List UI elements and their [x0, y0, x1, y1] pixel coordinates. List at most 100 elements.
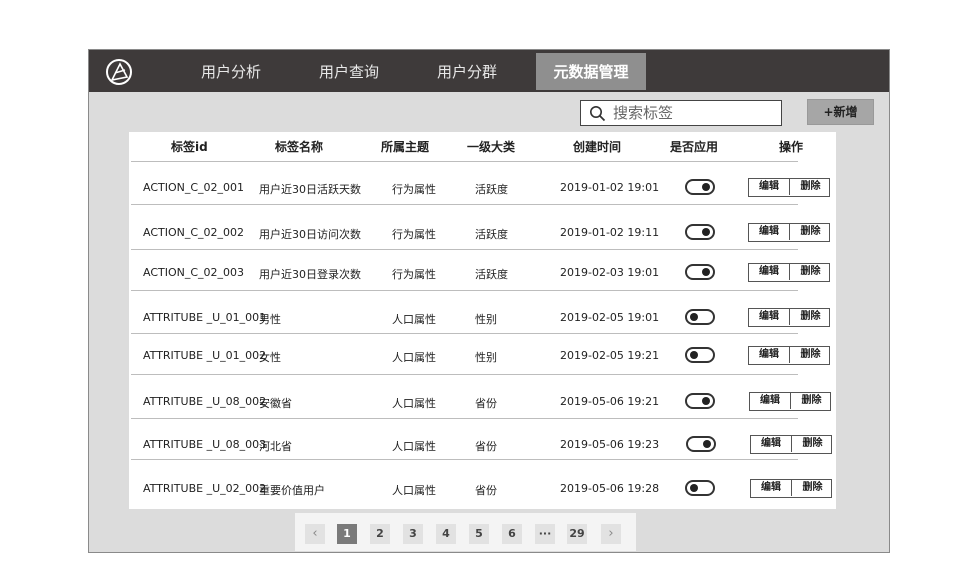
cell-tag-name: 用户近30日活跃天数 — [259, 183, 361, 196]
cell-created-time: 2019-05-06 19:23 — [560, 438, 660, 451]
prev-page-button[interactable]: ‹ — [305, 524, 325, 544]
toggle-knob — [690, 484, 698, 492]
row-actions: 编辑 删除 — [748, 346, 830, 365]
column-header-theme: 所属主题 — [381, 140, 430, 154]
cell-tag-id: ACTION_C_02_003 — [143, 266, 245, 279]
page-button[interactable]: 2 — [370, 524, 390, 544]
row-actions: 编辑 删除 — [748, 223, 830, 242]
page-button[interactable]: 6 — [502, 524, 522, 544]
cell-tag-name: 安徽省 — [259, 397, 292, 410]
row-actions: 编辑 删除 — [750, 435, 832, 454]
cell-category: 省份 — [475, 397, 497, 410]
cell-category: 活跃度 — [475, 228, 508, 241]
toggle-knob — [690, 313, 698, 321]
edit-button[interactable]: 编辑 — [749, 347, 790, 363]
cell-theme: 行为属性 — [392, 268, 436, 281]
nav-item-user-segment[interactable]: 用户分群 — [423, 50, 511, 92]
cell-created-time: 2019-02-05 19:21 — [560, 349, 660, 362]
toggle-knob — [690, 351, 698, 359]
cell-category: 活跃度 — [475, 268, 508, 281]
delete-button[interactable]: 删除 — [790, 179, 831, 195]
delete-button[interactable]: 删除 — [792, 480, 833, 496]
cell-tag-name: 用户近30日访问次数 — [259, 228, 361, 241]
nav-item-metadata-management[interactable]: 元数据管理 — [536, 53, 646, 90]
page-button[interactable]: 4 — [436, 524, 456, 544]
cell-tag-id: ATTRITUBE _U_01_001 — [143, 311, 267, 324]
applied-toggle[interactable] — [685, 480, 715, 496]
edit-button[interactable]: 编辑 — [751, 480, 792, 496]
page-button[interactable]: 5 — [469, 524, 489, 544]
cell-theme: 行为属性 — [392, 228, 436, 241]
edit-button[interactable]: 编辑 — [749, 179, 790, 195]
nav-item-user-analysis[interactable]: 用户分析 — [187, 50, 275, 92]
add-tag-button[interactable]: +新增 — [807, 99, 874, 125]
cell-tag-name: 重要价值用户 — [259, 484, 325, 497]
cell-theme: 人口属性 — [392, 397, 436, 410]
cell-category: 性别 — [475, 351, 497, 364]
header-divider — [131, 161, 798, 162]
delete-button[interactable]: 删除 — [792, 436, 833, 452]
toggle-knob — [702, 397, 710, 405]
applied-toggle[interactable] — [685, 264, 715, 280]
row-actions: 编辑 删除 — [749, 392, 831, 411]
next-page-button[interactable]: › — [601, 524, 621, 544]
row-divider — [131, 333, 798, 334]
search-icon — [590, 106, 606, 122]
delete-button[interactable]: 删除 — [791, 393, 832, 409]
toggle-knob — [703, 440, 711, 448]
column-header-tag-id: 标签id — [171, 140, 208, 154]
cell-category: 活跃度 — [475, 183, 508, 196]
edit-button[interactable]: 编辑 — [749, 264, 790, 280]
cell-category: 省份 — [475, 440, 497, 453]
delete-button[interactable]: 删除 — [790, 264, 831, 280]
cell-created-time: 2019-05-06 19:21 — [560, 395, 660, 408]
cell-theme: 人口属性 — [392, 313, 436, 326]
applied-toggle[interactable] — [685, 179, 715, 195]
cell-category: 省份 — [475, 484, 497, 497]
edit-button[interactable]: 编辑 — [749, 309, 790, 325]
logo-icon — [106, 59, 132, 85]
row-divider — [131, 374, 798, 375]
cell-created-time: 2019-01-02 19:11 — [560, 226, 660, 239]
page-ellipsis[interactable]: ··· — [535, 524, 555, 544]
applied-toggle[interactable] — [685, 224, 715, 240]
column-header-actions: 操作 — [779, 140, 804, 154]
cell-tag-id: ATTRITUBE _U_02_002 — [143, 482, 267, 495]
page-button[interactable]: 3 — [403, 524, 423, 544]
cell-category: 性别 — [475, 313, 497, 326]
delete-button[interactable]: 删除 — [790, 224, 831, 240]
column-header-created-time: 创建时间 — [573, 140, 622, 154]
applied-toggle[interactable] — [685, 347, 715, 363]
top-nav-bar: 用户分析 用户查询 用户分群 元数据管理 — [89, 50, 889, 92]
cell-created-time: 2019-01-02 19:01 — [560, 181, 660, 194]
row-divider — [131, 204, 798, 205]
cell-tag-name: 河北省 — [259, 440, 292, 453]
app-window: 用户分析 用户查询 用户分群 元数据管理 +新增 标签id 标签名称 所属主题 … — [88, 49, 890, 553]
page-button[interactable]: 29 — [567, 524, 587, 544]
applied-toggle[interactable] — [685, 393, 715, 409]
toggle-knob — [702, 268, 710, 276]
edit-button[interactable]: 编辑 — [750, 393, 791, 409]
row-divider — [131, 418, 798, 419]
cell-tag-id: ATTRITUBE _U_08_003 — [143, 438, 267, 451]
nav-item-user-query[interactable]: 用户查询 — [305, 50, 393, 92]
row-actions: 编辑 删除 — [748, 263, 830, 282]
pagination: ‹ 1 2 3 4 5 6 ··· 29 › — [295, 513, 636, 551]
column-header-applied: 是否应用 — [670, 140, 719, 154]
column-header-category: 一级大类 — [467, 140, 516, 154]
applied-toggle[interactable] — [686, 436, 716, 452]
cell-theme: 行为属性 — [392, 183, 436, 196]
cell-created-time: 2019-05-06 19:28 — [560, 482, 660, 495]
row-actions: 编辑 删除 — [748, 308, 830, 327]
applied-toggle[interactable] — [685, 309, 715, 325]
cell-created-time: 2019-02-05 19:01 — [560, 311, 660, 324]
search-input[interactable] — [613, 101, 778, 125]
edit-button[interactable]: 编辑 — [751, 436, 792, 452]
column-header-tag-name: 标签名称 — [275, 140, 324, 154]
row-actions: 编辑 删除 — [748, 178, 830, 197]
row-divider — [131, 290, 798, 291]
page-button[interactable]: 1 — [337, 524, 357, 544]
delete-button[interactable]: 删除 — [790, 347, 831, 363]
delete-button[interactable]: 删除 — [790, 309, 831, 325]
edit-button[interactable]: 编辑 — [749, 224, 790, 240]
